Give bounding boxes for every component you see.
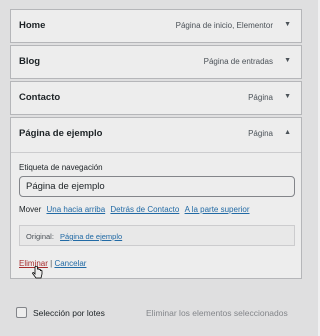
menu-item-home[interactable]: Home Página de inicio, Elementor ▼	[10, 9, 302, 43]
hand-cursor-icon	[32, 266, 43, 279]
bulk-select-checkbox[interactable]	[16, 307, 27, 318]
menu-structure-list: Home Página de inicio, Elementor ▼ Blog …	[10, 9, 302, 279]
move-label: Mover	[19, 205, 42, 214]
arrow-up-icon[interactable]: ▲	[284, 129, 291, 136]
menu-item-title: Contacto	[19, 92, 61, 103]
menu-item-type: Página de entradas	[203, 57, 273, 66]
arrow-down-icon[interactable]: ▼	[284, 57, 291, 64]
bulk-select-row: Selección por lotes Eliminar los element…	[10, 303, 302, 325]
bulk-select-label[interactable]: Selección por lotes	[33, 308, 105, 318]
arrow-down-icon[interactable]: ▼	[284, 21, 291, 28]
menu-item-title: Home	[19, 20, 46, 31]
item-actions: Eliminar | Cancelar	[19, 259, 86, 268]
menu-item-type: Página	[248, 129, 273, 138]
menu-item-contacto[interactable]: Contacto Página ▼	[10, 81, 302, 115]
arrow-down-icon[interactable]: ▼	[284, 93, 291, 100]
menu-item-type: Página de inicio, Elementor	[175, 21, 273, 30]
move-to-top-link[interactable]: A la parte superior	[185, 205, 250, 214]
move-row: Mover Una hacia arriba Detrás de Contact…	[19, 205, 250, 214]
actions-separator: |	[50, 259, 53, 268]
move-up-link[interactable]: Una hacia arriba	[46, 205, 105, 214]
move-under-contacto-link[interactable]: Detrás de Contacto	[110, 205, 179, 214]
menu-item-title: Blog	[19, 56, 41, 67]
menu-editor: Home Página de inicio, Elementor ▼ Blog …	[0, 0, 318, 336]
menu-item-type: Página	[248, 93, 273, 102]
menu-item-pagina-de-ejemplo: Página de ejemplo Página ▲ Etiqueta de n…	[10, 117, 302, 279]
original-box: Original: Página de ejemplo	[19, 225, 295, 246]
menu-item-blog[interactable]: Blog Página de entradas ▼	[10, 45, 302, 79]
original-link[interactable]: Página de ejemplo	[60, 232, 122, 241]
menu-item-title: Página de ejemplo	[19, 128, 103, 139]
navigation-label-caption: Etiqueta de navegación	[19, 163, 103, 172]
bulk-delete-link: Eliminar los elementos seleccionados	[146, 308, 288, 318]
original-label: Original:	[26, 232, 54, 241]
menu-item-header[interactable]: Página de ejemplo Página ▲	[11, 118, 301, 153]
navigation-label-input[interactable]	[19, 176, 295, 197]
cancel-link[interactable]: Cancelar	[54, 259, 86, 268]
